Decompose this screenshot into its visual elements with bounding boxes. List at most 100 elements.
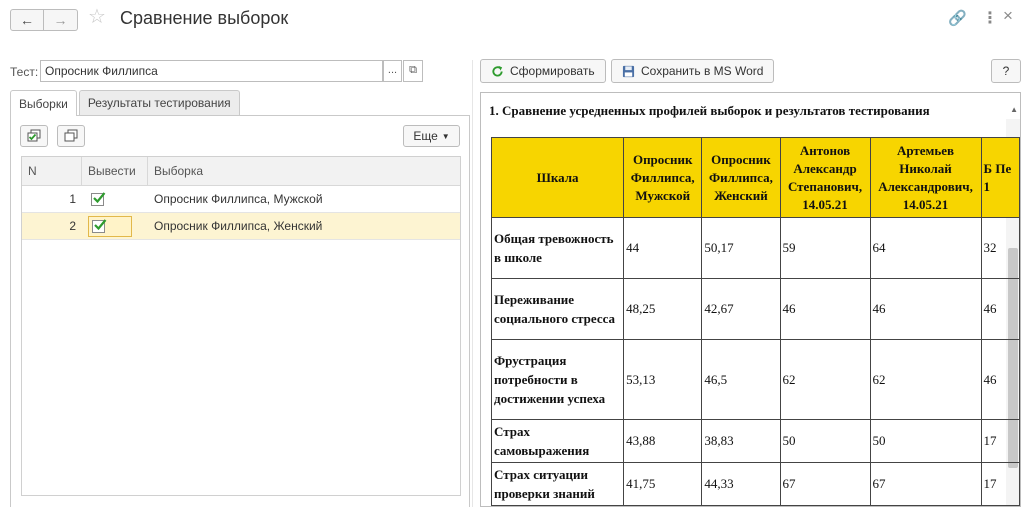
value-cell: 46 (980, 278, 1020, 340)
report-table: Шкала Опросник Филлипса, Мужской Опросни… (490, 137, 1020, 506)
save-word-button[interactable]: Сохранить в MS Word (611, 59, 775, 83)
value-cell: 41,75 (623, 462, 703, 506)
pick-button[interactable]: ... (383, 60, 402, 82)
value-cell: 67 (869, 462, 982, 506)
table-row[interactable]: 1 Опросник Филлипса, Мужской (22, 186, 460, 213)
report-title: 1. Сравнение усредненных профилей выборо… (489, 103, 930, 118)
value-cell: 44,33 (701, 462, 781, 506)
scale-name: Переживание социального стресса (490, 278, 625, 340)
value-cell: 32 (980, 217, 1020, 279)
value-cell: 43,88 (623, 419, 703, 463)
value-cell: 53,13 (623, 339, 703, 420)
link-icon[interactable]: 🔗 (948, 9, 967, 27)
value-cell: 46 (869, 278, 982, 340)
value-cell: 67 (779, 462, 871, 506)
more-button[interactable]: Еще ▼ (403, 125, 460, 147)
samples-panel: Еще ▼ N Вывести Выборка 1 Опросник Филли… (10, 115, 470, 507)
value-cell: 46 (980, 339, 1020, 420)
test-label: Тест: (10, 65, 39, 79)
generate-button[interactable]: Сформировать (480, 59, 606, 83)
checkmark-icon (93, 191, 106, 203)
value-cell: 50,17 (701, 217, 781, 279)
check-all-icon (27, 129, 41, 142)
close-icon[interactable]: × (1003, 6, 1013, 26)
value-cell: 46,5 (701, 339, 781, 420)
value-cell: 62 (869, 339, 982, 420)
chevron-down-icon: ▼ (441, 131, 450, 141)
output-cell (82, 186, 148, 212)
header-truncated: Б Пе 1 (980, 137, 1020, 218)
checkbox-wrap (88, 189, 132, 210)
arrow-left-icon: ← (20, 12, 34, 28)
value-cell: 50 (779, 419, 871, 463)
title-bar: ← → ☆ Сравнение выборок 🔗 ⋮ × (0, 0, 1024, 40)
page-title: Сравнение выборок (120, 8, 289, 28)
value-cell: 38,83 (701, 419, 781, 463)
test-field[interactable]: Опросник Филлипса (40, 60, 383, 82)
header-sample-male: Опросник Филлипса, Мужской (623, 137, 703, 218)
report-row: Страх самовыражения 43,88 38,83 50 50 17 (490, 419, 1020, 463)
header-artemyev: Артемьев Николай Александрович, 14.05.21 (869, 137, 982, 218)
generate-label: Сформировать (510, 64, 595, 78)
report-row: Переживание социального стресса 48,25 42… (490, 278, 1020, 340)
column-header-output[interactable]: Вывести (82, 157, 148, 185)
value-cell: 44 (623, 217, 703, 279)
back-button[interactable]: ← (10, 9, 44, 31)
more-label: Еще (413, 129, 438, 143)
value-cell: 50 (869, 419, 982, 463)
report-row: Общая тревожность в школе 44 50,17 59 64… (490, 217, 1020, 279)
column-header-sample[interactable]: Выборка (148, 157, 460, 185)
header-sample-female: Опросник Филлипса, Женский (701, 137, 781, 218)
output-checkbox[interactable] (92, 218, 107, 233)
floppy-disk-icon (622, 65, 635, 77)
favorite-star-icon[interactable]: ☆ (88, 7, 106, 27)
output-checkbox[interactable] (91, 191, 106, 206)
tab-samples[interactable]: Выборки (10, 90, 77, 116)
uncheck-all-icon (64, 129, 78, 142)
sample-name: Опросник Филлипса, Женский (154, 219, 323, 233)
value-cell: 46 (779, 278, 871, 340)
report-row: Фрустрация потребности в достижении успе… (490, 339, 1020, 420)
value-cell: 59 (779, 217, 871, 279)
scale-name: Страх самовыражения (490, 419, 625, 463)
table-row[interactable]: 2 Опросник Филлипса, Женский (22, 213, 460, 240)
arrow-right-icon: → (53, 12, 68, 28)
help-button[interactable]: ? (991, 59, 1021, 83)
checkbox-wrap (88, 215, 132, 237)
more-vertical-icon[interactable]: ⋮ (982, 8, 998, 28)
samples-table: N Вывести Выборка 1 Опросник Филлипса, М… (21, 156, 461, 496)
save-word-label: Сохранить в MS Word (641, 64, 764, 78)
value-cell: 62 (779, 339, 871, 420)
scale-name: Страх ситуации проверки знаний (490, 462, 625, 506)
select-all-button[interactable] (20, 125, 48, 147)
scale-name: Фрустрация потребности в достижении успе… (490, 339, 625, 420)
uncheck-all-button[interactable] (57, 125, 85, 147)
header-scale: Шкала (490, 137, 625, 218)
value-cell: 64 (869, 217, 982, 279)
report-row: Страх ситуации проверки знаний 41,75 44,… (490, 462, 1020, 506)
column-header-n[interactable]: N (22, 157, 82, 185)
scale-name: Общая тревожность в школе (490, 217, 625, 279)
navigation-group: ← → (10, 9, 78, 31)
report-header-row: Шкала Опросник Филлипса, Мужской Опросни… (490, 137, 1020, 218)
value-cell: 17 (980, 462, 1020, 506)
checkmark-icon (94, 218, 107, 230)
refresh-icon (492, 65, 503, 77)
value-cell: 17 (980, 419, 1020, 463)
sample-name: Опросник Филлипса, Мужской (154, 192, 323, 206)
scroll-up-icon[interactable]: ▲ (1010, 105, 1018, 114)
tab-test-results[interactable]: Результаты тестирования (78, 90, 240, 115)
open-button[interactable]: ⧉ (403, 60, 423, 82)
report-document[interactable]: 1. Сравнение усредненных профилей выборо… (480, 92, 1021, 507)
header-antonov: Антонов Александр Степанович, 14.05.21 (779, 137, 871, 218)
table-header: N Вывести Выборка (22, 157, 460, 186)
open-icon: ⧉ (409, 64, 417, 76)
forward-button[interactable]: → (44, 9, 78, 31)
row-number: 1 (69, 192, 76, 206)
panel-divider[interactable] (472, 60, 473, 507)
value-cell: 48,25 (623, 278, 703, 340)
value-cell: 42,67 (701, 278, 781, 340)
tab-bar: Выборки Результаты тестирования (10, 90, 242, 116)
output-cell (82, 213, 148, 239)
row-number: 2 (69, 219, 76, 233)
